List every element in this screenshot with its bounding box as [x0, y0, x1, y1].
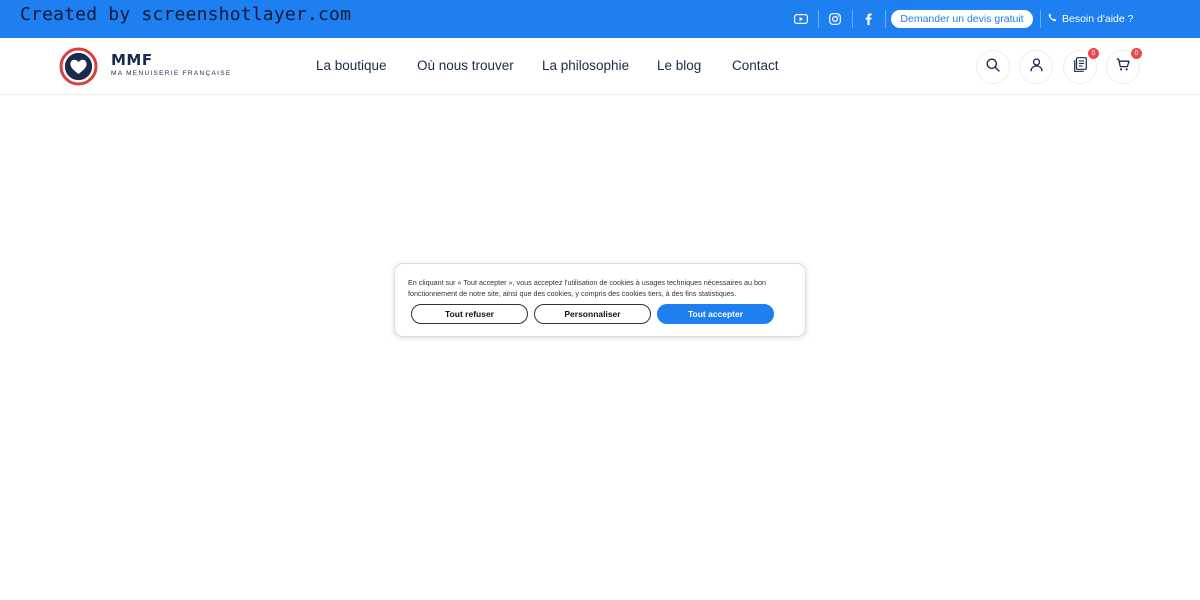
topbar-divider [1040, 10, 1041, 28]
youtube-icon [794, 14, 808, 24]
phone-icon [1048, 13, 1057, 25]
help-label: Besoin d'aide ? [1062, 13, 1134, 25]
quote-list-icon [1073, 57, 1087, 77]
search-button[interactable] [976, 50, 1010, 84]
cart-count-badge: 0 [1130, 47, 1143, 60]
cart-icon [1116, 58, 1130, 76]
accept-all-button[interactable]: Tout accepter [657, 304, 774, 324]
heart-logo-icon[interactable] [59, 47, 98, 86]
watermark-text: Created by screenshotlayer.com [20, 4, 352, 25]
nav-item-philosophy[interactable]: La philosophie [542, 58, 629, 73]
youtube-link[interactable] [784, 0, 818, 38]
cookie-consent-dialog: En cliquant sur « Tout accepter », vous … [394, 263, 806, 337]
user-icon [1029, 57, 1043, 77]
quote-list-button[interactable]: 0 [1063, 47, 1100, 84]
brand-tagline: MA MENUISERIE FRANÇAISE [111, 70, 232, 77]
instagram-icon [829, 13, 841, 25]
nav-item-store-locator[interactable]: Où nous trouver [417, 58, 514, 73]
customize-button[interactable]: Personnaliser [534, 304, 651, 324]
search-icon [986, 58, 1000, 77]
facebook-link[interactable] [851, 0, 885, 38]
instagram-link[interactable] [818, 0, 852, 38]
free-quote-button[interactable]: Demander un devis gratuit [891, 10, 1033, 28]
cookie-message: En cliquant sur « Tout accepter », vous … [408, 278, 767, 298]
nav-item-contact[interactable]: Contact [732, 58, 779, 73]
main-header: MMF MA MENUISERIE FRANÇAISE La boutique … [0, 38, 1200, 95]
account-button[interactable] [1019, 50, 1053, 84]
quote-count-badge: 0 [1087, 47, 1100, 60]
nav-item-blog[interactable]: Le blog [657, 58, 701, 73]
brand-name: MMF [111, 51, 153, 69]
brand-logo[interactable]: MMF MA MENUISERIE FRANÇAISE [111, 53, 232, 79]
nav-item-boutique[interactable]: La boutique [316, 58, 387, 73]
topbar-divider [885, 10, 886, 28]
facebook-icon [865, 13, 872, 25]
help-link[interactable]: Besoin d'aide ? [1048, 10, 1133, 28]
top-bar: Created by screenshotlayer.com Demander … [0, 0, 1200, 38]
refuse-all-button[interactable]: Tout refuser [411, 304, 528, 324]
cart-button[interactable]: 0 [1106, 47, 1143, 84]
